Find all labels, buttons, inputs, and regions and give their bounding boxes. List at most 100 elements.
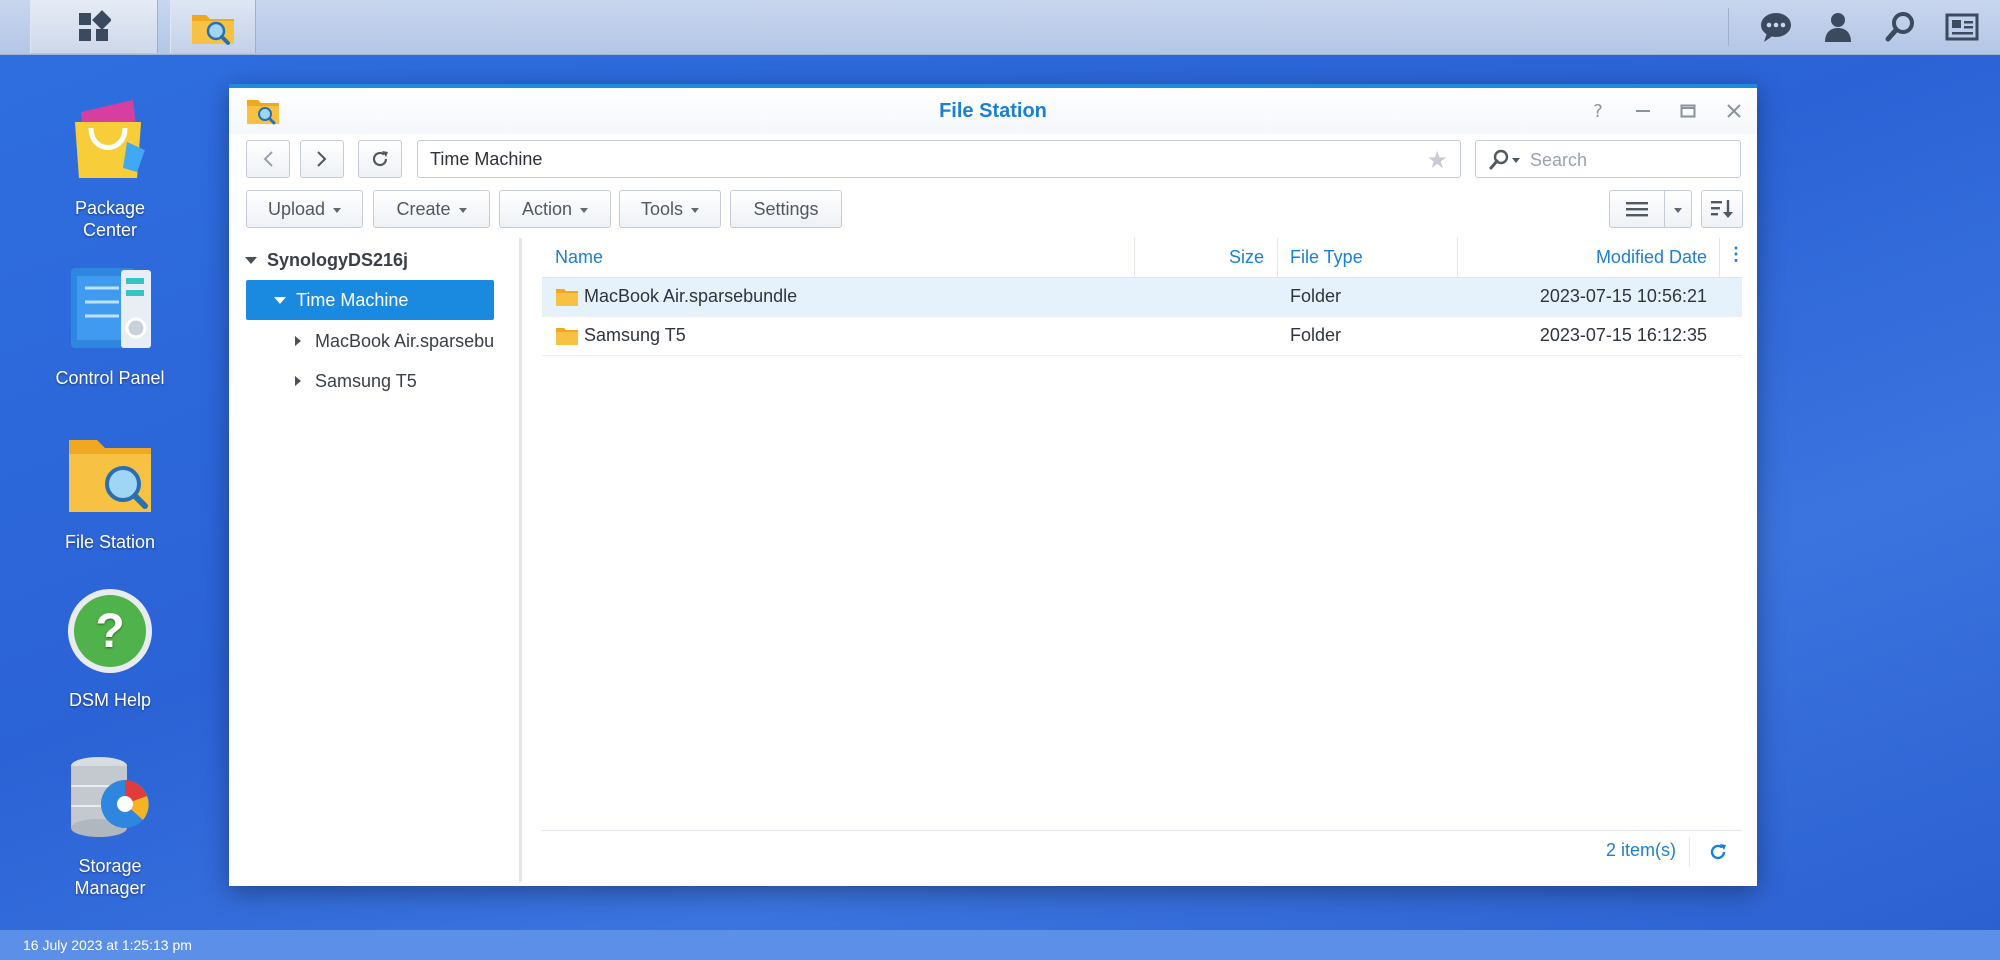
tools-button[interactable]: Tools <box>619 190 721 228</box>
expand-triangle-icon[interactable] <box>274 296 286 304</box>
close-button[interactable] <box>1719 98 1749 124</box>
question-icon: ? <box>1593 100 1603 122</box>
list-view-icon <box>1626 202 1648 217</box>
search-icon <box>1885 12 1914 42</box>
clock-bar: 16 July 2023 at 1:25:13 pm <box>0 930 2000 960</box>
search-icon[interactable] <box>1488 149 1522 171</box>
path-text: Time Machine <box>430 149 543 169</box>
column-header-modified-date[interactable]: Modified Date <box>1457 247 1707 268</box>
main-menu-icon <box>79 9 111 41</box>
taskbar-file-station-button[interactable] <box>170 0 256 53</box>
user-icon <box>1825 13 1851 42</box>
close-icon <box>1727 104 1741 118</box>
tree-item-label: MacBook Air.sparsebundle <box>315 330 493 351</box>
desktop-icon-label: File Station <box>64 532 156 552</box>
user-button[interactable] <box>1816 8 1860 46</box>
upload-label: Upload <box>267 198 326 219</box>
chevron-right-icon <box>317 151 327 167</box>
cell-type: Folder <box>1290 325 1342 345</box>
collapse-triangle-icon[interactable] <box>295 376 301 386</box>
window-title: File Station <box>939 100 1047 122</box>
clock-text: 16 July 2023 at 1:25:13 pm <box>23 937 192 953</box>
folder-icon <box>556 289 578 306</box>
action-button[interactable]: Action <box>499 190 611 228</box>
status-bar: 2 item(s) <box>542 830 1742 875</box>
control-panel-icon <box>71 268 151 348</box>
path-bar[interactable]: Time Machine ★ <box>417 140 1461 178</box>
collapse-triangle-icon[interactable] <box>295 336 301 346</box>
view-mode-button[interactable] <box>1609 190 1665 228</box>
desktop-icon-file-station[interactable]: File Station <box>30 426 190 553</box>
tree-item-label: SynologyDS216j <box>267 249 409 270</box>
search-button[interactable] <box>1878 8 1922 46</box>
caret-down-icon <box>580 207 589 213</box>
tree-item-macbook-air[interactable]: MacBook Air.sparsebundle <box>245 321 493 361</box>
svg-text:?: ? <box>95 605 124 658</box>
help-icon: ? <box>68 589 152 673</box>
caret-down-icon <box>691 207 700 213</box>
desktop-icon-package-center[interactable]: Package Center <box>30 92 190 241</box>
desktop-icon-storage-manager[interactable]: Storage Manager <box>30 750 190 899</box>
cell-name: MacBook Air.sparsebundle <box>584 286 798 306</box>
sort-button[interactable] <box>1701 190 1743 228</box>
status-separator <box>1689 838 1690 866</box>
tree-item-root[interactable]: SynologyDS216j <box>245 240 493 280</box>
sort-icon <box>1711 200 1733 218</box>
window-titlebar[interactable]: File Station ? <box>229 88 1757 134</box>
desktop-icon-label: Storage Manager <box>74 856 146 898</box>
cell-modified: 2023-07-15 10:56:21 <box>1539 286 1707 306</box>
desktop-icon-label: Control Panel <box>55 368 165 388</box>
refresh-button[interactable] <box>358 140 402 178</box>
caret-down-icon <box>1674 207 1682 213</box>
refresh-icon[interactable] <box>1708 842 1728 862</box>
create-button[interactable]: Create <box>373 190 490 228</box>
star-icon[interactable]: ★ <box>1426 146 1448 174</box>
forward-button[interactable] <box>300 140 344 178</box>
desktop-icon-dsm-help[interactable]: ? DSM Help <box>30 584 190 711</box>
item-count: 2 item(s) <box>1605 840 1676 860</box>
cell-modified: 2023-07-15 16:12:35 <box>1539 325 1707 345</box>
cell-type: Folder <box>1290 286 1342 306</box>
widgets-icon <box>1945 13 1979 41</box>
upload-button[interactable]: Upload <box>246 190 363 228</box>
settings-button[interactable]: Settings <box>730 190 842 228</box>
search-box[interactable] <box>1475 140 1741 178</box>
maximize-button[interactable] <box>1673 98 1703 124</box>
package-center-icon <box>75 100 145 178</box>
file-station-window: File Station ? Time Machine ★ Search Upl… <box>229 84 1757 886</box>
folder-tree: SynologyDS216j Time Machine MacBook Air.… <box>229 238 522 882</box>
column-separator <box>1719 238 1720 277</box>
storage-manager-icon <box>71 757 149 837</box>
tree-item-samsung-t5[interactable]: Samsung T5 <box>245 361 493 401</box>
tree-item-time-machine[interactable]: Time Machine <box>246 280 494 320</box>
file-station-icon <box>69 440 151 512</box>
view-mode-dropdown[interactable] <box>1664 190 1692 228</box>
minimize-button[interactable] <box>1628 98 1658 124</box>
file-list: Name Size File Type Modified Date ⋮ MacB… <box>542 238 1745 356</box>
cell-name: Samsung T5 <box>584 325 686 345</box>
table-row[interactable]: MacBook Air.sparsebundle Folder 2023-07-… <box>542 278 1742 317</box>
file-station-icon <box>192 14 234 45</box>
column-header-file-type[interactable]: File Type <box>1290 247 1363 268</box>
table-row[interactable]: Samsung T5 Folder 2023-07-15 16:12:35 <box>542 317 1742 356</box>
main-menu-button[interactable] <box>30 0 158 53</box>
settings-label: Settings <box>753 198 819 219</box>
taskbar <box>0 0 2000 55</box>
maximize-icon <box>1680 104 1696 118</box>
column-header-size[interactable]: Size <box>1134 247 1264 268</box>
column-header-name[interactable]: Name <box>555 247 603 268</box>
notifications-button[interactable] <box>1754 8 1798 46</box>
taskbar-divider <box>1728 8 1729 46</box>
help-button[interactable]: ? <box>1583 98 1613 124</box>
widgets-button[interactable] <box>1940 8 1984 46</box>
desktop-icon-control-panel[interactable]: Control Panel <box>30 262 190 389</box>
action-label: Action <box>521 198 573 219</box>
caret-down-icon <box>458 207 467 213</box>
back-button[interactable] <box>246 140 290 178</box>
expand-triangle-icon[interactable] <box>245 256 257 264</box>
desktop-icon-label: Package Center <box>74 198 146 240</box>
column-options-icon[interactable]: ⋮ <box>1727 244 1745 265</box>
search-input[interactable] <box>1528 147 1732 173</box>
chat-icon <box>1761 13 1791 42</box>
minimize-icon <box>1636 110 1650 112</box>
